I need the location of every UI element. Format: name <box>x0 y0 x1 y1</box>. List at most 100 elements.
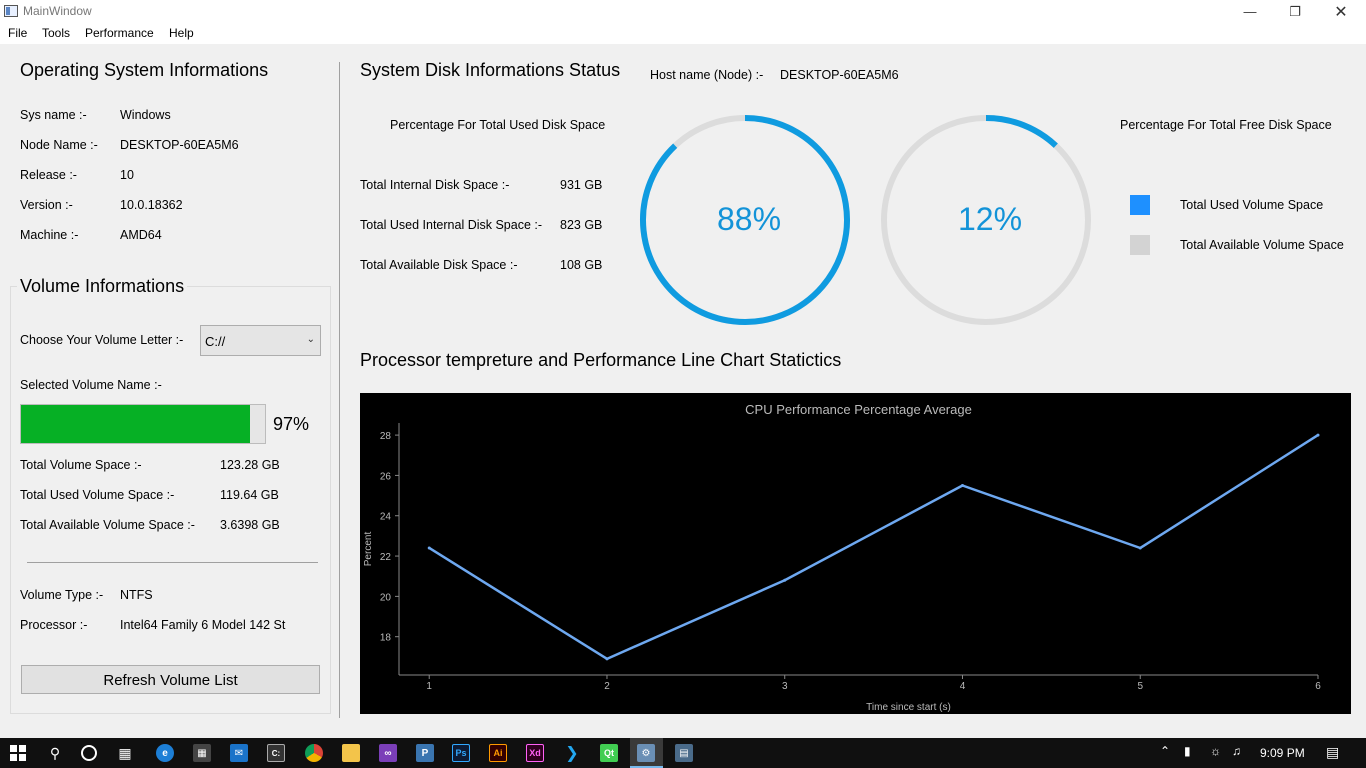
os-machine-value: AMD64 <box>120 228 162 242</box>
file-explorer-icon[interactable] <box>342 744 360 762</box>
window-title: MainWindow <box>23 4 92 18</box>
volume-heading: Volume Informations <box>17 276 188 297</box>
photoshop-icon[interactable]: Ps <box>452 744 470 762</box>
x-tick-label: 2 <box>604 681 610 692</box>
panel-divider <box>339 62 340 718</box>
chrome-icon[interactable] <box>305 744 323 762</box>
os-nodename-value: DESKTOP-60EA5M6 <box>120 138 239 152</box>
os-version-value: 10.0.18362 <box>120 198 183 212</box>
illustrator-icon[interactable]: Ai <box>489 744 507 762</box>
free-percentage-label: Percentage For Total Free Disk Space <box>1120 118 1332 132</box>
cpu-data-point <box>427 546 431 550</box>
window-app-icon <box>4 5 18 17</box>
xd-icon[interactable]: Xd <box>526 744 544 762</box>
used-volume-value: 119.64 GB <box>220 488 279 502</box>
refresh-volume-button[interactable]: Refresh Volume List <box>21 665 320 694</box>
cpu-data-point <box>1138 546 1142 550</box>
vscode-icon[interactable]: ❯ <box>563 744 581 762</box>
task-view-icon[interactable]: ▦ <box>116 744 134 762</box>
total-volume-label: Total Volume Space :- <box>20 458 142 472</box>
selected-volume-name-label: Selected Volume Name :- <box>20 378 162 392</box>
menu-performance[interactable]: Performance <box>85 26 154 40</box>
visual-studio-icon[interactable]: ∞ <box>379 744 397 762</box>
menu-file[interactable]: File <box>8 26 27 40</box>
chart-title: CPU Performance Percentage Average <box>745 402 972 417</box>
volume-letter-label: Choose Your Volume Letter :- <box>20 333 184 347</box>
x-tick-label: 5 <box>1137 681 1143 692</box>
legend-available-swatch <box>1130 235 1150 255</box>
os-sysname-value: Windows <box>120 108 171 122</box>
store-icon[interactable]: ▦ <box>193 744 211 762</box>
menu-bar: File Tools Performance Help <box>0 23 1366 44</box>
mail-icon[interactable]: ✉ <box>230 744 248 762</box>
notification-icon[interactable]: ▤ <box>1326 744 1339 761</box>
monitor-app-icon[interactable]: ▤ <box>675 744 693 762</box>
legend-used-swatch <box>1130 195 1150 215</box>
cmd-icon[interactable]: C: <box>267 744 285 762</box>
cpu-chart: 18 20 22 24 26 28 1 2 3 4 5 6 CPU Performance Percen… <box>360 393 1351 714</box>
volume-usage-fill <box>21 405 250 443</box>
y-tick-label: 22 <box>380 552 392 563</box>
available-disk-label: Total Available Disk Space :- <box>360 258 518 272</box>
volume-divider <box>27 562 318 563</box>
os-heading: Operating System Informations <box>20 60 269 80</box>
y-tick-label: 24 <box>380 512 392 523</box>
menu-help[interactable]: Help <box>169 26 194 40</box>
host-value: DESKTOP-60EA5M6 <box>780 68 899 82</box>
taskbar: ⚲ ▦ e ▦ ✉ C: ∞ P Ps Ai Xd ❯ Qt ⚙ ▤ ⌃ ▮ ☼… <box>0 738 1366 768</box>
title-bar: MainWindow — ❐ ✕ <box>0 0 1366 23</box>
app-icon[interactable]: ⚙ <box>637 744 655 762</box>
python-icon[interactable]: P <box>416 744 434 762</box>
volume-usage-progress <box>20 404 266 444</box>
y-tick-label: 28 <box>380 431 392 442</box>
os-machine-label: Machine :- <box>20 228 79 242</box>
chevron-up-icon[interactable]: ⌃ <box>1160 744 1170 758</box>
os-nodename-label: Node Name :- <box>20 138 98 152</box>
minimize-button[interactable]: — <box>1227 0 1273 23</box>
y-tick-label: 18 <box>380 633 392 644</box>
volume-type-label: Volume Type :- <box>20 588 104 602</box>
used-disk-value: 823 GB <box>560 218 603 232</box>
cpu-data-point <box>1316 433 1320 437</box>
os-version-label: Version :- <box>20 198 73 212</box>
total-volume-value: 123.28 GB <box>220 458 280 472</box>
search-icon[interactable]: ⚲ <box>46 744 64 762</box>
processor-value: Intel64 Family 6 Model 142 St <box>120 618 286 632</box>
x-tick-label: 1 <box>426 681 432 692</box>
cpu-data-point <box>960 483 964 487</box>
internal-disk-label: Total Internal Disk Space :- <box>360 178 510 192</box>
cpu-series-line <box>428 434 1319 661</box>
x-tick-label: 4 <box>960 681 966 692</box>
available-disk-value: 108 GB <box>560 258 603 272</box>
y-tick-label: 26 <box>380 471 392 482</box>
windows-icon[interactable] <box>10 745 26 761</box>
volume-icon[interactable]: ♫ <box>1232 744 1241 758</box>
volume-letter-select[interactable]: C:// ⌄ <box>200 325 321 356</box>
performance-heading: Processor tempreture and Performance Lin… <box>360 350 842 370</box>
internal-disk-value: 931 GB <box>560 178 603 192</box>
close-button[interactable]: ✕ <box>1318 0 1364 23</box>
cpu-data-point <box>783 578 787 582</box>
battery-icon[interactable]: ▮ <box>1184 744 1191 758</box>
free-gauge-text: 12% <box>957 201 1023 237</box>
wifi-icon[interactable]: ☼ <box>1210 744 1221 758</box>
volume-usage-percent: 97% <box>273 414 310 434</box>
restore-button[interactable]: ❐ <box>1272 0 1318 23</box>
chevron-down-icon: ⌄ <box>306 334 315 345</box>
menu-tools[interactable]: Tools <box>42 26 70 40</box>
qt-icon[interactable]: Qt <box>600 744 618 762</box>
cortana-icon[interactable] <box>81 745 97 761</box>
processor-label: Processor :- <box>20 618 88 632</box>
host-label: Host name (Node) :- <box>650 68 764 82</box>
legend-available-label: Total Available Volume Space <box>1180 238 1344 252</box>
edge-icon[interactable]: e <box>156 744 174 762</box>
cpu-data-point <box>605 657 609 661</box>
free-gauge-arc <box>985 115 1058 148</box>
os-release-value: 10 <box>120 168 134 182</box>
used-gauge-text: 88% <box>716 201 782 237</box>
clock-time[interactable]: 9:09 PM <box>1260 746 1305 760</box>
chart-y-label: Percent <box>363 532 374 567</box>
legend-used-label: Total Used Volume Space <box>1180 198 1324 212</box>
used-percentage-label: Percentage For Total Used Disk Space <box>390 118 606 132</box>
os-release-label: Release :- <box>20 168 77 182</box>
